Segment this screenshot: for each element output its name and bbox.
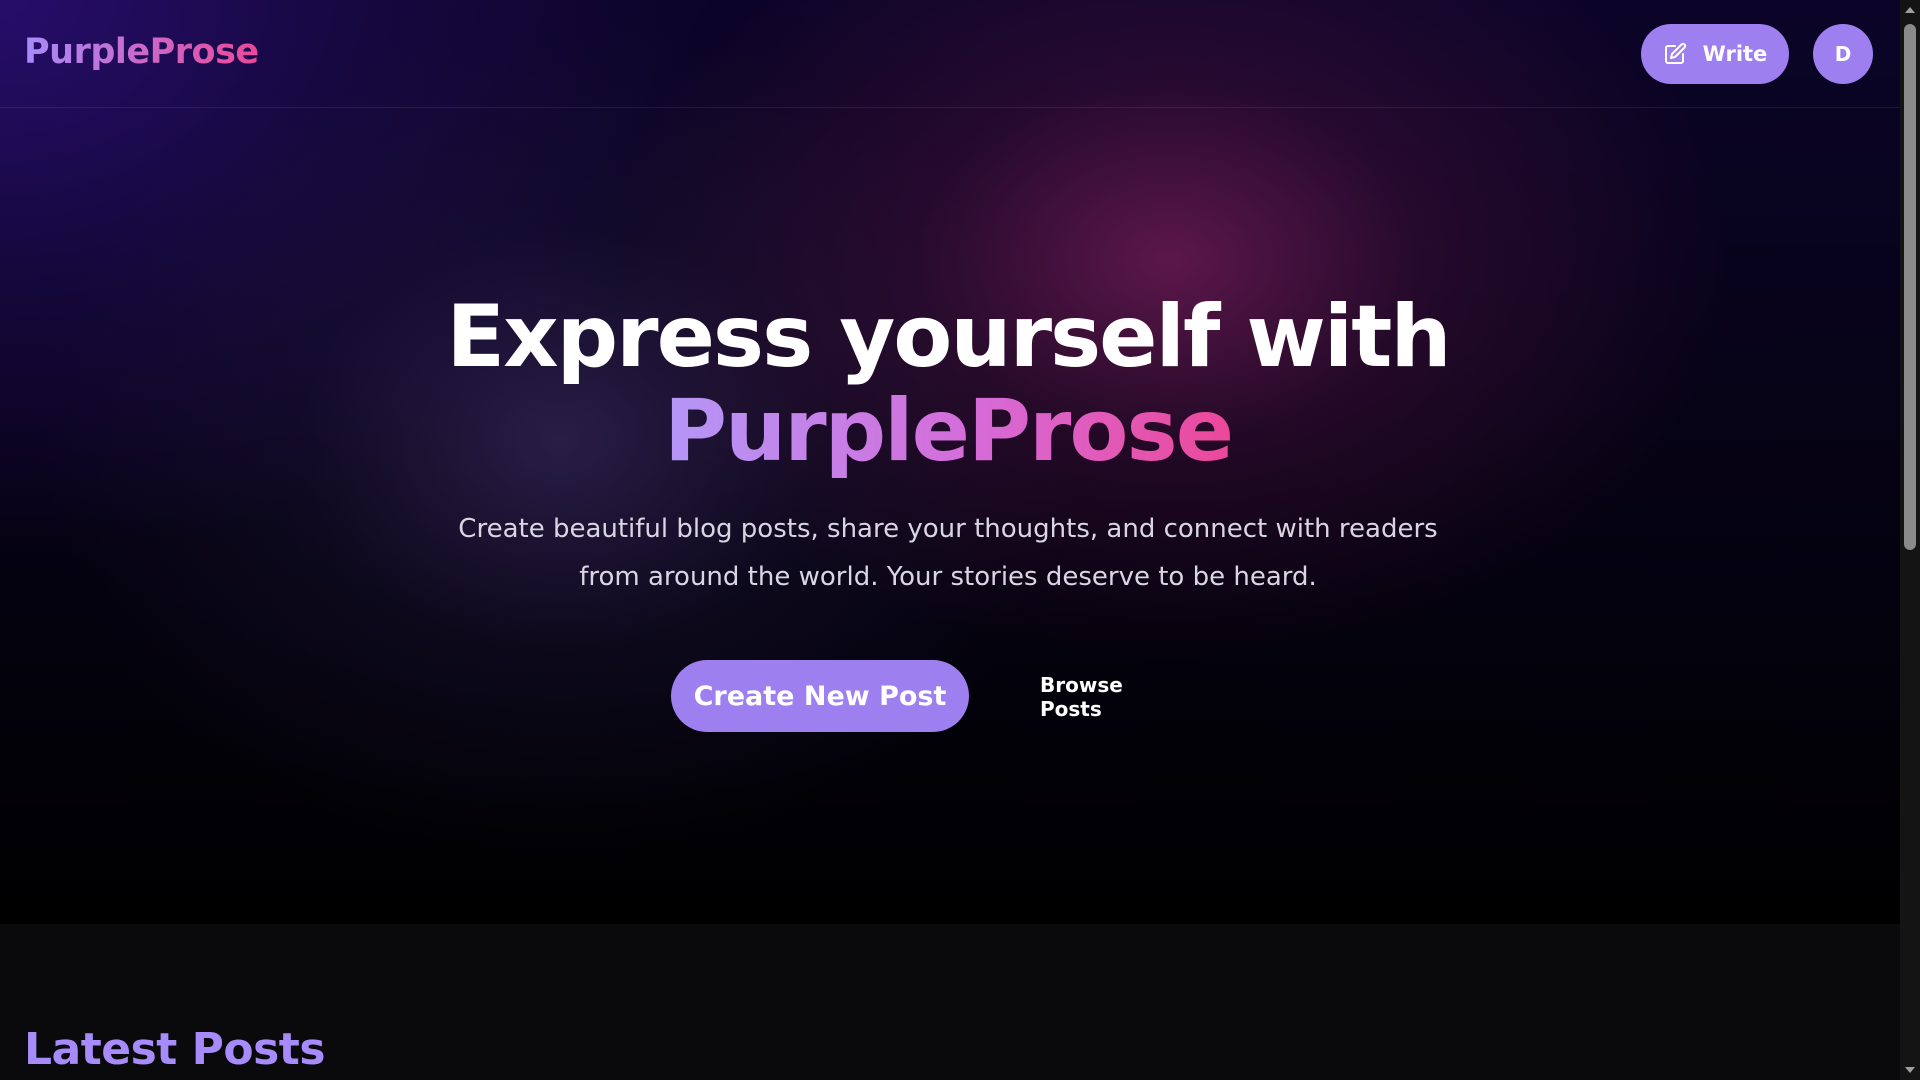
latest-posts-heading: Latest Posts bbox=[24, 1024, 326, 1075]
write-button[interactable]: Write bbox=[1641, 24, 1789, 84]
scrollbar-thumb[interactable] bbox=[1904, 24, 1916, 550]
hero-title-line1: Express yourself with bbox=[446, 287, 1451, 387]
hero-subtitle: Create beautiful blog posts, share your … bbox=[458, 514, 1438, 592]
hero-title: Express yourself with PurpleProse bbox=[0, 290, 1896, 478]
create-new-post-button[interactable]: Create New Post bbox=[671, 660, 969, 732]
browse-posts-button[interactable]: Browse Posts bbox=[1040, 673, 1190, 721]
latest-posts-section: Latest Posts bbox=[0, 924, 1900, 1080]
site-logo[interactable]: PurpleProse bbox=[24, 31, 259, 73]
scroll-up-arrow-icon[interactable] bbox=[1900, 0, 1920, 20]
top-navbar: PurpleProse Write D bbox=[0, 0, 1900, 108]
scroll-down-arrow-icon[interactable] bbox=[1900, 1060, 1920, 1080]
page: Express yourself with PurpleProse Create… bbox=[0, 0, 1900, 1080]
write-button-label: Write bbox=[1702, 42, 1768, 66]
page-scrollbar[interactable] bbox=[1900, 0, 1920, 1080]
edit-icon bbox=[1663, 42, 1687, 66]
user-avatar[interactable]: D bbox=[1813, 24, 1873, 84]
hero-section: Express yourself with PurpleProse Create… bbox=[0, 0, 1900, 924]
hero-title-brand: PurpleProse bbox=[663, 381, 1234, 481]
